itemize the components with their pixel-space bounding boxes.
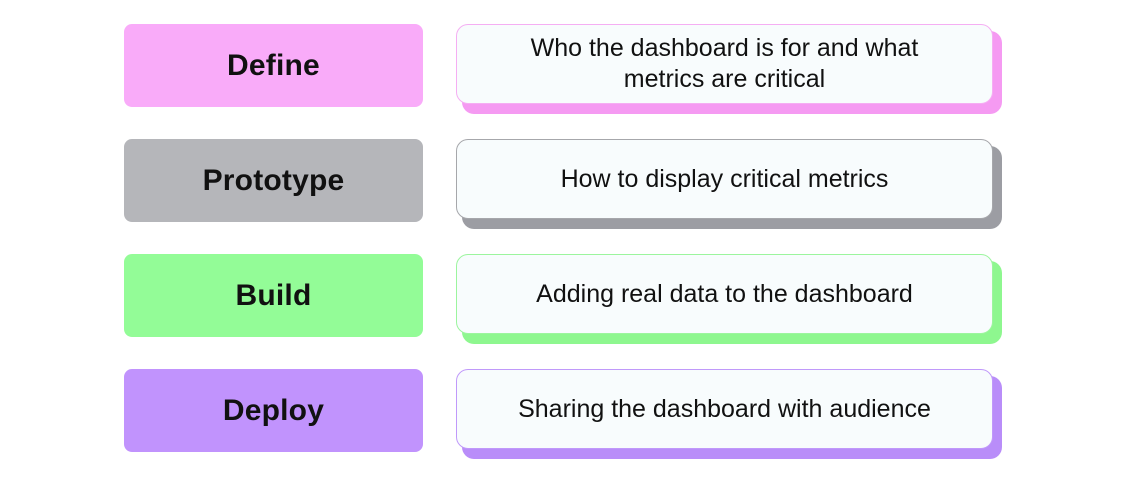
step-row-define: Define Who the dashboard is for and what… [124,24,1004,114]
step-description-card-prototype: How to display critical metrics [456,139,1002,229]
step-description-card-deploy: Sharing the dashboard with audience [456,369,1002,459]
step-label-prototype: Prototype [124,139,423,222]
step-row-prototype: Prototype How to display critical metric… [124,139,1004,229]
dashboard-process-diagram: Define Who the dashboard is for and what… [124,24,1004,484]
step-description-define: Who the dashboard is for and what metric… [456,24,993,104]
step-row-build: Build Adding real data to the dashboard [124,254,1004,344]
step-description-build: Adding real data to the dashboard [456,254,993,334]
step-label-build: Build [124,254,423,337]
step-description-prototype: How to display critical metrics [456,139,993,219]
step-row-deploy: Deploy Sharing the dashboard with audien… [124,369,1004,459]
step-description-card-define: Who the dashboard is for and what metric… [456,24,1002,114]
step-label-define: Define [124,24,423,107]
step-label-deploy: Deploy [124,369,423,452]
step-description-card-build: Adding real data to the dashboard [456,254,1002,344]
step-description-deploy: Sharing the dashboard with audience [456,369,993,449]
